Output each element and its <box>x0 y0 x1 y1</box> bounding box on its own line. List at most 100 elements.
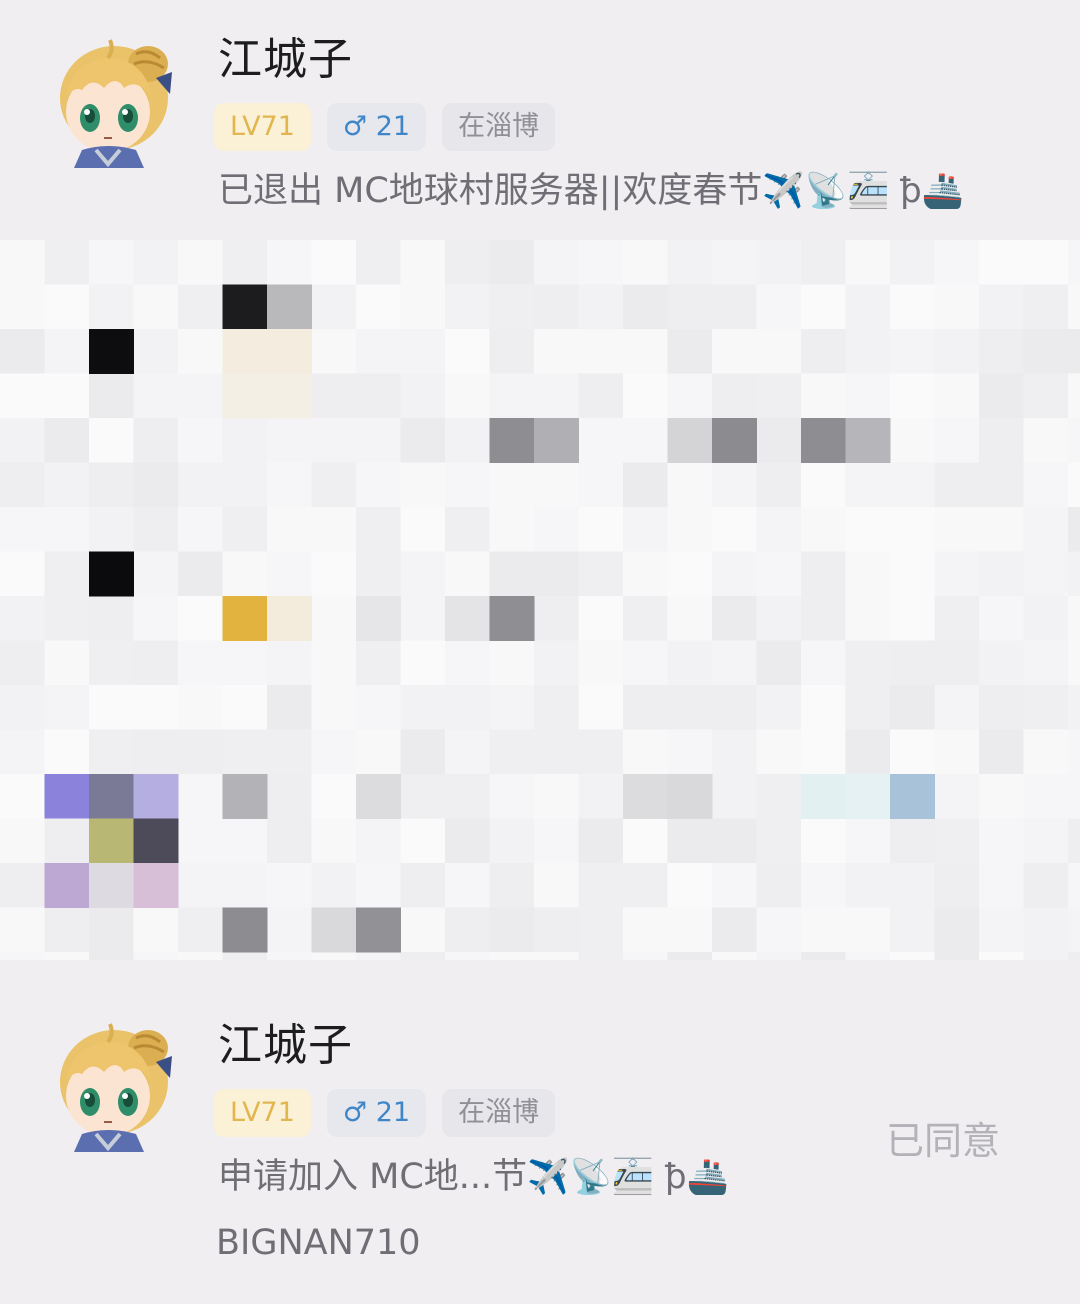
notification-entry-1[interactable]: 江城子 LV71 ♂ 21 在淄博 已退出 MC地球村服务器||欢度春节✈️📡🚈… <box>0 0 1080 240</box>
user-name[interactable]: 江城子 <box>218 38 353 82</box>
mosaic-tile <box>311 818 357 864</box>
notification-list: 江城子 LV71 ♂ 21 在淄博 已退出 MC地球村服务器||欢度春节✈️📡🚈… <box>0 0 1080 1304</box>
mosaic-tile <box>712 907 757 953</box>
mosaic-tile <box>534 462 579 508</box>
mosaic-accent-tile <box>845 774 891 819</box>
mosaic-tile <box>311 640 357 686</box>
mosaic-tile <box>623 284 668 330</box>
mosaic-tile <box>311 863 357 908</box>
mosaic-tile <box>934 863 980 908</box>
mosaic-tile <box>222 729 268 775</box>
mosaic-tile <box>979 462 1024 508</box>
mosaic-tile <box>267 418 312 463</box>
mosaic-tile <box>178 373 223 419</box>
user-name[interactable]: 江城子 <box>218 1024 353 1068</box>
mosaic-tile <box>534 284 579 330</box>
mosaic-tile <box>623 418 668 463</box>
mosaic-tile <box>0 373 45 419</box>
mosaic-tile <box>578 329 624 374</box>
mosaic-tile <box>623 907 668 953</box>
mosaic-tile <box>578 373 624 419</box>
mosaic-tile <box>267 240 312 285</box>
mosaic-accent-tile <box>222 284 268 330</box>
mosaic-tile <box>311 729 357 775</box>
mosaic-tile <box>267 863 312 908</box>
mosaic-accent-tile <box>890 774 935 819</box>
mosaic-tile <box>1068 863 1080 908</box>
mosaic-tile <box>178 507 223 552</box>
mosaic-tile <box>934 507 980 552</box>
mosaic-tile <box>890 729 935 775</box>
mosaic-tile <box>534 373 579 419</box>
mosaic-tile <box>934 685 980 730</box>
mosaic-tile <box>89 418 134 463</box>
mosaic-tile <box>712 373 757 419</box>
mosaic-accent-tile <box>222 774 268 819</box>
mosaic-tile <box>400 596 446 641</box>
mosaic-tile <box>756 729 802 775</box>
mosaic-tile <box>89 507 134 552</box>
mosaic-tile <box>979 507 1024 552</box>
mosaic-tile <box>1023 284 1069 330</box>
mosaic-tile <box>489 462 535 508</box>
mosaic-tile <box>1023 462 1069 508</box>
level-badge: LV71 <box>214 103 311 151</box>
mosaic-tile <box>44 596 90 641</box>
mosaic-tile <box>890 952 935 960</box>
mosaic-tile <box>979 329 1024 374</box>
mosaic-tile <box>0 329 45 374</box>
mosaic-tile <box>756 240 802 285</box>
mosaic-tile <box>400 774 446 819</box>
status-label: 已同意 <box>886 1119 1001 1163</box>
mosaic-tile <box>534 551 579 597</box>
mosaic-accent-tile <box>356 774 401 819</box>
mosaic-tile <box>1023 863 1069 908</box>
mosaic-accent-tile <box>356 596 401 641</box>
mosaic-tile <box>445 952 490 960</box>
mosaic-tile <box>311 373 357 419</box>
mosaic-tile <box>311 329 357 374</box>
mosaic-tile <box>89 685 134 730</box>
mosaic-tile <box>1023 640 1069 686</box>
mosaic-tile <box>534 729 579 775</box>
mosaic-tile <box>979 952 1024 960</box>
mosaic-tile <box>534 907 579 953</box>
mosaic-tile <box>845 240 891 285</box>
mosaic-tile <box>623 329 668 374</box>
mosaic-tile <box>845 640 891 686</box>
mosaic-tile <box>979 863 1024 908</box>
avatar[interactable] <box>52 1022 176 1152</box>
mosaic-tile <box>890 818 935 864</box>
mosaic-tile <box>0 818 45 864</box>
mosaic-tile <box>356 952 401 960</box>
notification-entry-2[interactable]: 江城子 LV71 ♂ 21 在淄博 申请加入 MC地...节✈️📡🚈 ꝥ🚢 BI… <box>0 1000 1080 1304</box>
mosaic-tile <box>356 818 401 864</box>
mosaic-tile <box>845 729 891 775</box>
mosaic-tile <box>890 240 935 285</box>
mosaic-tile <box>756 551 802 597</box>
mosaic-tile <box>489 240 535 285</box>
mosaic-tile <box>1068 774 1080 819</box>
mosaic-tile <box>267 729 312 775</box>
mosaic-tile <box>0 596 45 641</box>
mosaic-tile <box>356 551 401 597</box>
mosaic-tile <box>712 284 757 330</box>
mosaic-tile <box>178 551 223 597</box>
mosaic-tile <box>445 729 490 775</box>
mosaic-tile <box>222 685 268 730</box>
mosaic-tile <box>756 640 802 686</box>
age-label: 21 <box>375 111 411 142</box>
mosaic-tile <box>979 729 1024 775</box>
mosaic-tile <box>178 907 223 953</box>
mosaic-tile <box>934 551 980 597</box>
mosaic-tile <box>845 863 891 908</box>
mosaic-tile <box>1068 462 1080 508</box>
mosaic-tile <box>445 863 490 908</box>
mosaic-tile <box>712 640 757 686</box>
mosaic-tile <box>445 685 490 730</box>
mosaic-tile <box>1023 818 1069 864</box>
mosaic-tile <box>578 729 624 775</box>
avatar[interactable] <box>52 38 176 168</box>
mosaic-tile <box>934 462 980 508</box>
mosaic-accent-tile <box>267 373 312 419</box>
